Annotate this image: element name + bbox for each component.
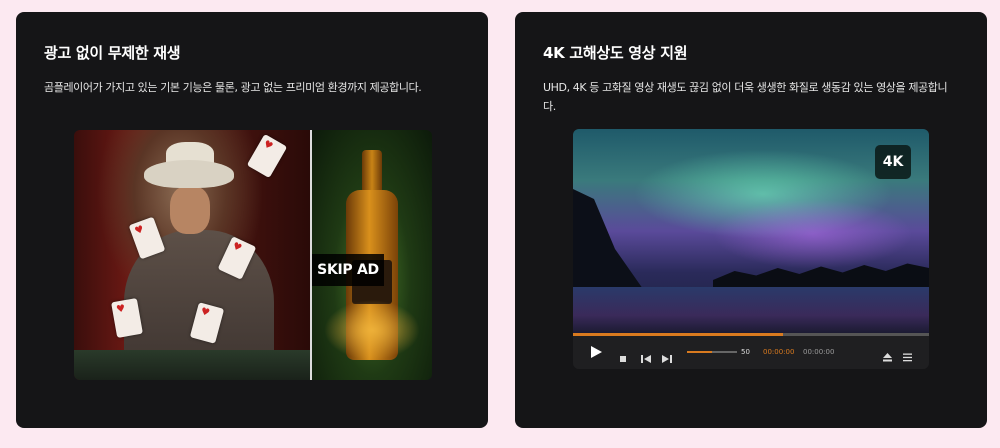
- video-player: 4K 50 00:00:00 00:00:00: [573, 129, 929, 369]
- card-title: 광고 없이 무제한 재생: [44, 44, 181, 62]
- total-time: 00:00:00: [803, 348, 835, 356]
- player-controls: 50 00:00:00 00:00:00: [573, 336, 929, 369]
- card-description: UHD, 4K 등 고화질 영상 재생도 끊김 없이 더욱 생생한 화질로 생동…: [543, 81, 948, 113]
- current-time: 00:00:00: [763, 348, 795, 356]
- volume-slider-fill: [687, 351, 712, 353]
- menu-icon[interactable]: [903, 347, 912, 366]
- poker-player-image: [74, 130, 310, 380]
- card-title: 4K 고해상도 영상 지원: [543, 44, 688, 62]
- card-description: 곰플레이어가 가지고 있는 기본 기능은 물론, 광고 없는 프리미엄 환경까지…: [44, 81, 422, 94]
- ad-illustration: SKIP AD: [74, 130, 432, 380]
- feature-card-no-ads: 광고 없이 무제한 재생 곰플레이어가 가지고 있는 기본 기능은 물론, 광고…: [16, 12, 488, 428]
- stop-icon[interactable]: [619, 348, 627, 367]
- next-icon[interactable]: [662, 348, 672, 367]
- 4k-badge: 4K: [875, 145, 911, 179]
- previous-icon[interactable]: [641, 348, 651, 367]
- volume-slider[interactable]: [687, 351, 737, 353]
- eject-icon[interactable]: [883, 347, 892, 366]
- volume-value: 50: [741, 348, 750, 356]
- skip-ad-button[interactable]: SKIP AD: [312, 254, 384, 286]
- feature-card-4k: 4K 고해상도 영상 지원 UHD, 4K 등 고화질 영상 재생도 끊김 없이…: [515, 12, 987, 428]
- play-icon[interactable]: [589, 344, 603, 363]
